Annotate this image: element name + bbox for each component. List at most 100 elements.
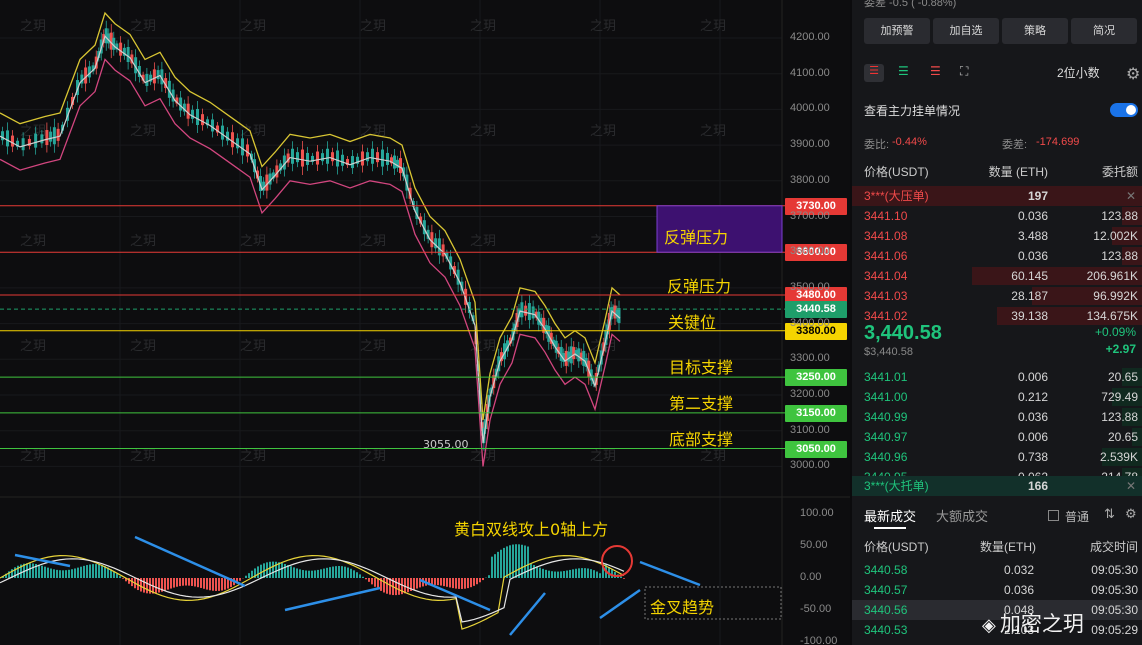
annotation-golden: 金叉趋势 — [650, 598, 715, 617]
chart-area[interactable]: 之玥 之玥 之玥 之玥 之玥 之玥 之玥 之玥 之玥 之玥 之玥 之玥 之玥 之玥 之玥 之玥 之玥 之玥 之玥 之玥… — [0, 0, 850, 645]
macd-bar — [590, 569, 592, 578]
action-button[interactable]: 加预警 — [864, 18, 930, 44]
macd-bar — [488, 575, 490, 578]
ask-row[interactable]: 3441.08 3.488 12.002K — [852, 226, 1142, 246]
macd-bar — [581, 568, 583, 578]
macd-bar — [389, 578, 391, 595]
settings-icon[interactable]: ⚙ — [1125, 506, 1137, 522]
ask-row[interactable]: 3441.06 0.036 123.88 — [852, 246, 1142, 266]
macd-bar — [206, 578, 208, 590]
last-price-usd: $3,440.58 — [864, 346, 913, 358]
ask-row[interactable]: 3441.10 0.036 123.88 — [852, 206, 1142, 226]
ask-row[interactable]: 3441.04 60.145 206.961K — [852, 266, 1142, 286]
action-button[interactable]: 策略 — [1002, 18, 1068, 44]
change-value: +2.97 — [1105, 342, 1136, 356]
axis-label: 3100.00 — [790, 423, 830, 436]
settings-icon[interactable]: ⚙ — [1126, 64, 1140, 84]
annotation-arrow — [284, 586, 381, 612]
macd-bar — [83, 565, 85, 578]
macd-bar — [353, 570, 355, 578]
watermark: 之玥 — [20, 19, 46, 34]
macd-bar — [173, 578, 175, 588]
ratio-value: -0.44% — [892, 136, 927, 148]
annotation-arrow — [509, 592, 546, 636]
macd-bar — [611, 569, 613, 578]
macd-bar — [494, 554, 496, 578]
macd-bar — [473, 578, 475, 586]
macd-bar — [560, 571, 562, 578]
macd-bar — [188, 578, 190, 586]
ask-row[interactable]: 3441.03 28.187 96.992K — [852, 286, 1142, 306]
macd-bar — [296, 568, 298, 578]
macd-bar — [32, 563, 34, 578]
expand-icon[interactable]: ⛶ — [960, 64, 968, 79]
macd-bar — [164, 578, 166, 591]
macd-bar — [155, 578, 157, 594]
price-tag-3440.58: 3440.58 — [785, 301, 847, 319]
macd-bar — [515, 544, 517, 578]
macd-bar — [119, 576, 121, 578]
view-tabs[interactable]: ☰ ☰ ☰ ⛶ 2位小数 ⚙ — [864, 64, 1142, 84]
macd-bar — [41, 565, 43, 578]
watermark: 之玥 — [240, 234, 266, 249]
macd-bar — [320, 569, 322, 578]
action-button[interactable]: 加自选 — [933, 18, 999, 44]
macd-bar — [335, 566, 337, 578]
macd-bar — [479, 578, 481, 583]
macd-bar — [290, 566, 292, 578]
axis-label: 4000.00 — [790, 102, 830, 115]
bid-row[interactable]: 3440.96 0.738 2.539K — [852, 447, 1142, 467]
normal-checkbox[interactable] — [1048, 510, 1059, 521]
bid-row[interactable]: 3440.97 0.006 20.65 — [852, 427, 1142, 447]
bid-mode-icon[interactable]: ☰ — [898, 64, 909, 78]
ask-mode-icon[interactable]: ☰ — [930, 64, 941, 78]
macd-bar — [293, 567, 295, 578]
macd-bar — [158, 578, 160, 593]
macd-bar — [314, 570, 316, 578]
macd-bar — [356, 572, 358, 578]
bid-row[interactable]: 3441.00 0.212 729.49 — [852, 387, 1142, 407]
macd-bar — [527, 546, 529, 578]
macd-bar — [386, 578, 388, 594]
decimals-select[interactable]: 2位小数 — [1057, 64, 1100, 81]
annotation-bottom: 底部支撑 — [669, 430, 734, 449]
macd-bar — [530, 563, 532, 578]
tab-latest-trades[interactable]: 最新成交 — [864, 506, 916, 525]
macd-bar — [458, 578, 460, 589]
watermark: 之玥 — [590, 449, 616, 464]
axis-label: 3300.00 — [790, 352, 830, 365]
macd-bar — [365, 578, 367, 580]
big-bid-row: 3***(大托单) 166 ✕ — [852, 476, 1142, 496]
bid-row[interactable]: 3441.01 0.006 20.65 — [852, 367, 1142, 387]
macd-bar — [50, 568, 52, 578]
main-orders-toggle[interactable] — [1110, 103, 1138, 117]
macd-bar — [95, 564, 97, 578]
macd-bar — [620, 576, 622, 578]
macd-bar — [260, 564, 262, 578]
diff-label: 委差: — [1002, 139, 1028, 151]
macd-bar — [518, 544, 520, 578]
macd-axis-label: 50.00 — [800, 539, 828, 551]
action-button[interactable]: 简况 — [1071, 18, 1137, 44]
orderbook-mode-icon[interactable]: ☰ — [864, 64, 884, 82]
watermark: 之玥 — [700, 449, 726, 464]
macd-bar — [209, 578, 211, 591]
macd-bar — [623, 578, 625, 579]
tab-large-trades[interactable]: 大额成交 — [936, 506, 988, 525]
macd-bar — [557, 571, 559, 578]
bid-row[interactable]: 3440.99 0.036 123.88 — [852, 407, 1142, 427]
watermark: 之玥 — [240, 339, 266, 354]
change-percent: +0.09% — [1094, 325, 1136, 339]
macd-bar — [344, 566, 346, 578]
macd-bar — [47, 567, 49, 578]
annotation-key: 关键位 — [668, 313, 717, 332]
macd-bar — [239, 578, 241, 581]
macd-bar — [323, 568, 325, 578]
axis-label: 3000.00 — [790, 459, 830, 472]
macd-bar — [446, 578, 448, 587]
macd-bar — [98, 564, 100, 578]
filter-icon[interactable]: ⇅ — [1104, 506, 1115, 522]
watermark: 之玥 — [470, 19, 496, 34]
macd-bar — [257, 566, 259, 578]
macd-bar — [194, 578, 196, 587]
